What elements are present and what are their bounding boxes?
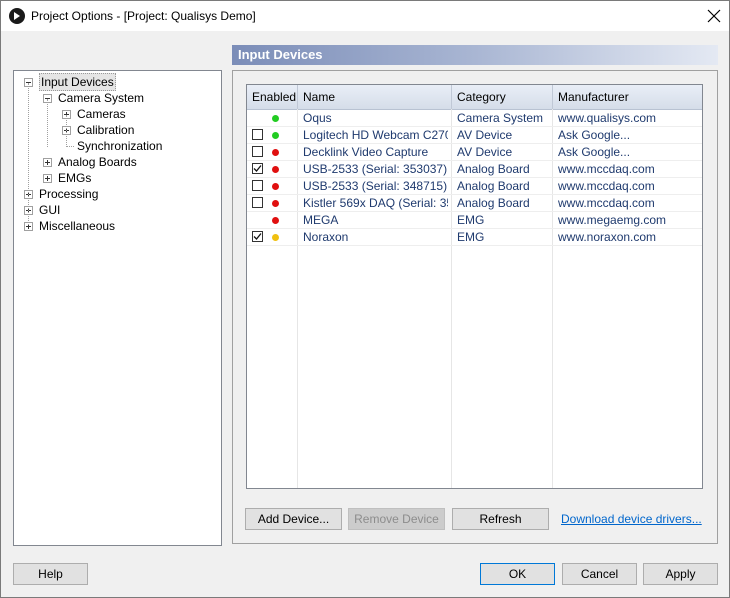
- column-header-enabled[interactable]: Enabled: [247, 85, 298, 109]
- table-row[interactable]: Noraxon EMG www.noraxon.com: [247, 229, 702, 246]
- column-header-manufacturer[interactable]: Manufacturer: [553, 85, 702, 109]
- tree-item-label: GUI: [39, 203, 61, 217]
- table-row[interactable]: Oqus Camera System www.qualisys.com: [247, 110, 702, 127]
- window-title: Project Options - [Project: Qualisys Dem…: [31, 9, 256, 23]
- tree-item[interactable]: Cameras: [14, 106, 219, 122]
- tree-item-label: Calibration: [77, 123, 135, 137]
- device-manufacturer: www.noraxon.com: [558, 230, 657, 244]
- tree-item[interactable]: Miscellaneous: [14, 218, 219, 234]
- enabled-checkbox[interactable]: [252, 197, 263, 208]
- enabled-checkbox-checked[interactable]: [252, 163, 263, 174]
- device-name: Noraxon: [303, 230, 349, 244]
- device-category: Analog Board: [457, 196, 530, 210]
- section-header: Input Devices: [232, 45, 718, 65]
- tree-item-label: Synchronization: [77, 139, 163, 153]
- tree-item-label: Camera System: [58, 91, 145, 105]
- tree-item-label: EMGs: [58, 171, 92, 185]
- device-category: Analog Board: [457, 179, 530, 193]
- status-green-icon: [272, 132, 279, 139]
- table-row[interactable]: Logitech HD Webcam C270 AV Device Ask Goog…: [247, 127, 702, 144]
- tree-item-label: Input Devices: [39, 73, 116, 91]
- close-icon: [707, 9, 721, 23]
- enabled-checkbox-checked[interactable]: [252, 231, 263, 242]
- device-manufacturer: www.qualisys.com: [558, 111, 657, 125]
- column-header-category[interactable]: Category: [452, 85, 553, 109]
- tree-item-label: Processing: [39, 187, 99, 201]
- device-manufacturer: www.mccdaq.com: [558, 196, 655, 210]
- tree-item[interactable]: Analog Boards: [14, 154, 219, 170]
- expand-icon[interactable]: [43, 174, 52, 183]
- device-category: Camera System: [457, 111, 544, 125]
- tree-item[interactable]: Processing: [14, 186, 219, 202]
- close-button[interactable]: [699, 1, 729, 31]
- cancel-button[interactable]: Cancel: [562, 563, 637, 585]
- options-tree[interactable]: Input Devices Camera System Cameras Calibra…: [13, 70, 222, 546]
- status-green-icon: [272, 115, 279, 122]
- device-category: EMG: [457, 230, 485, 244]
- tree-item[interactable]: Synchronization: [14, 138, 219, 154]
- enabled-checkbox[interactable]: [252, 180, 263, 191]
- tree-item-label: Miscellaneous: [39, 219, 116, 233]
- title-bar[interactable]: Project Options - [Project: Qualisys Dem…: [1, 1, 729, 31]
- help-button[interactable]: Help: [13, 563, 88, 585]
- status-red-icon: [272, 166, 279, 173]
- device-name: Decklink Video Capture: [303, 145, 429, 159]
- table-row[interactable]: USB-2533 (Serial: 348715) Analog Board www…: [247, 178, 702, 195]
- status-yellow-icon: [272, 234, 279, 241]
- tree-item[interactable]: Input Devices: [14, 73, 219, 91]
- device-category: EMG: [457, 213, 485, 227]
- tree-item[interactable]: Calibration: [14, 122, 219, 138]
- tree-item-label: Cameras: [77, 107, 126, 121]
- tree-item[interactable]: GUI: [14, 202, 219, 218]
- device-manufacturer: www.mccdaq.com: [558, 179, 655, 193]
- table-row[interactable]: USB-2533 (Serial: 353037) Analog Board www…: [247, 161, 702, 178]
- apply-button[interactable]: Apply: [643, 563, 718, 585]
- device-name: Logitech HD Webcam C270: [303, 128, 448, 142]
- section-title: Input Devices: [238, 47, 323, 62]
- refresh-button[interactable]: Refresh: [452, 508, 549, 530]
- device-category: AV Device: [457, 128, 513, 142]
- tree-item-label: Analog Boards: [58, 155, 137, 169]
- expand-icon[interactable]: [43, 158, 52, 167]
- status-red-icon: [272, 200, 279, 207]
- device-name: MEGA: [303, 213, 339, 227]
- table-row[interactable]: Kistler 569x DAQ (Serial: 35... Analog Bo…: [247, 195, 702, 212]
- device-name: Oqus: [303, 111, 332, 125]
- device-name: USB-2533 (Serial: 348715): [303, 179, 448, 193]
- device-manufacturer: Ask Google...: [558, 145, 631, 159]
- device-name: USB-2533 (Serial: 353037): [303, 162, 448, 176]
- enabled-checkbox[interactable]: [252, 129, 263, 140]
- devices-table[interactable]: Enabled Name Category Manufacturer Oqus C…: [246, 84, 703, 489]
- device-manufacturer: Ask Google...: [558, 128, 631, 142]
- tree-item[interactable]: Camera System: [14, 90, 219, 106]
- ok-button[interactable]: OK: [480, 563, 555, 585]
- device-category: Analog Board: [457, 162, 530, 176]
- device-name: Kistler 569x DAQ (Serial: 35...: [303, 196, 448, 210]
- column-header-name[interactable]: Name: [298, 85, 452, 109]
- enabled-checkbox[interactable]: [252, 146, 263, 157]
- status-red-icon: [272, 217, 279, 224]
- table-header: Enabled Name Category Manufacturer: [247, 85, 702, 110]
- table-row[interactable]: MEGA EMG www.megaemg.com: [247, 212, 702, 229]
- qualisys-app-icon: [9, 8, 25, 24]
- device-manufacturer: www.mccdaq.com: [558, 162, 655, 176]
- add-device-button[interactable]: Add Device...: [245, 508, 342, 530]
- table-row[interactable]: Decklink Video Capture AV Device Ask Googl…: [247, 144, 702, 161]
- status-red-icon: [272, 183, 279, 190]
- download-drivers-link[interactable]: Download device drivers...: [561, 512, 702, 526]
- status-red-icon: [272, 149, 279, 156]
- device-category: AV Device: [457, 145, 513, 159]
- device-manufacturer: www.megaemg.com: [558, 213, 667, 227]
- remove-device-button[interactable]: Remove Device: [348, 508, 445, 530]
- tree-item[interactable]: EMGs: [14, 170, 219, 186]
